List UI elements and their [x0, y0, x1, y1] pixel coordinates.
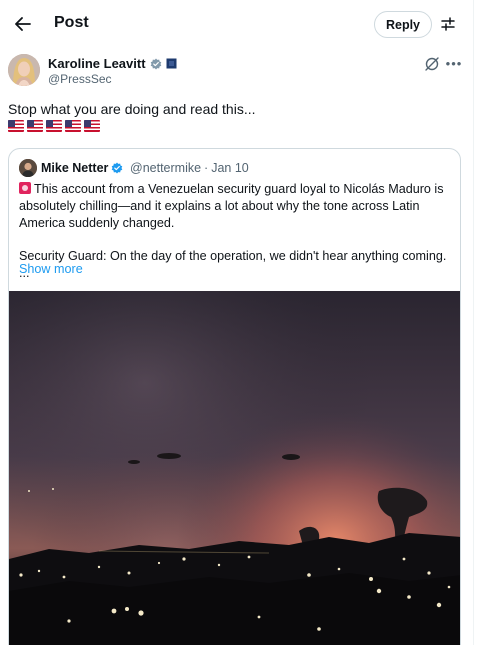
reply-button[interactable]: Reply [374, 11, 432, 38]
quote-date[interactable]: Jan 10 [211, 161, 249, 175]
quote-avatar[interactable] [19, 159, 37, 177]
government-affiliation-icon [166, 58, 177, 69]
us-flag-icon [46, 120, 62, 132]
arrow-left-icon [15, 17, 31, 31]
flag-emojis [8, 120, 100, 132]
more-button[interactable]: ••• [446, 55, 462, 71]
quote-author-name[interactable]: Mike Netter [41, 161, 123, 175]
quote-separator: · [204, 161, 209, 175]
grok-button[interactable] [423, 55, 441, 73]
author-name-text: Karoline Leavitt [48, 56, 146, 71]
grok-icon [425, 57, 439, 71]
more-dots-icon: ••• [445, 55, 463, 71]
night-sky-explosion-image [9, 291, 460, 645]
page-title: Post [54, 14, 89, 31]
quote-video-thumbnail[interactable] [9, 291, 460, 645]
top-bar: Post Reply [0, 0, 473, 48]
avatar[interactable] [8, 54, 40, 86]
us-flag-icon [27, 120, 43, 132]
quote-text: This account from a Venezuelan security … [19, 181, 455, 282]
quote-text-paragraph-2: Security Guard: On the day of the operat… [19, 249, 447, 280]
us-flag-icon [65, 120, 81, 132]
back-button[interactable] [8, 9, 38, 39]
quote-author-name-text: Mike Netter [41, 161, 109, 175]
author-handle[interactable]: @PressSec [48, 72, 112, 86]
sliders-icon [441, 17, 455, 31]
show-more-link[interactable]: Show more [19, 262, 83, 276]
us-flag-icon [8, 120, 24, 132]
author-name[interactable]: Karoline Leavitt [48, 56, 177, 71]
quote-meta: @nettermike · Jan 10 [130, 161, 249, 175]
quoted-post[interactable]: Mike Netter @nettermike · Jan 10 This ac… [8, 148, 461, 645]
post-view: Post Reply Karoline Leavitt @PressSec ••… [0, 0, 474, 645]
adjust-button[interactable] [438, 14, 458, 34]
verified-badge-icon [150, 58, 161, 69]
post-text: Stop what you are doing and read this... [8, 101, 256, 117]
us-flag-icon [84, 120, 100, 132]
right-margin [474, 0, 490, 645]
quote-handle[interactable]: @nettermike [130, 161, 201, 175]
rotating-light-icon [19, 182, 31, 194]
verified-badge-icon [112, 162, 123, 174]
quote-text-paragraph-1: This account from a Venezuelan security … [19, 182, 444, 230]
